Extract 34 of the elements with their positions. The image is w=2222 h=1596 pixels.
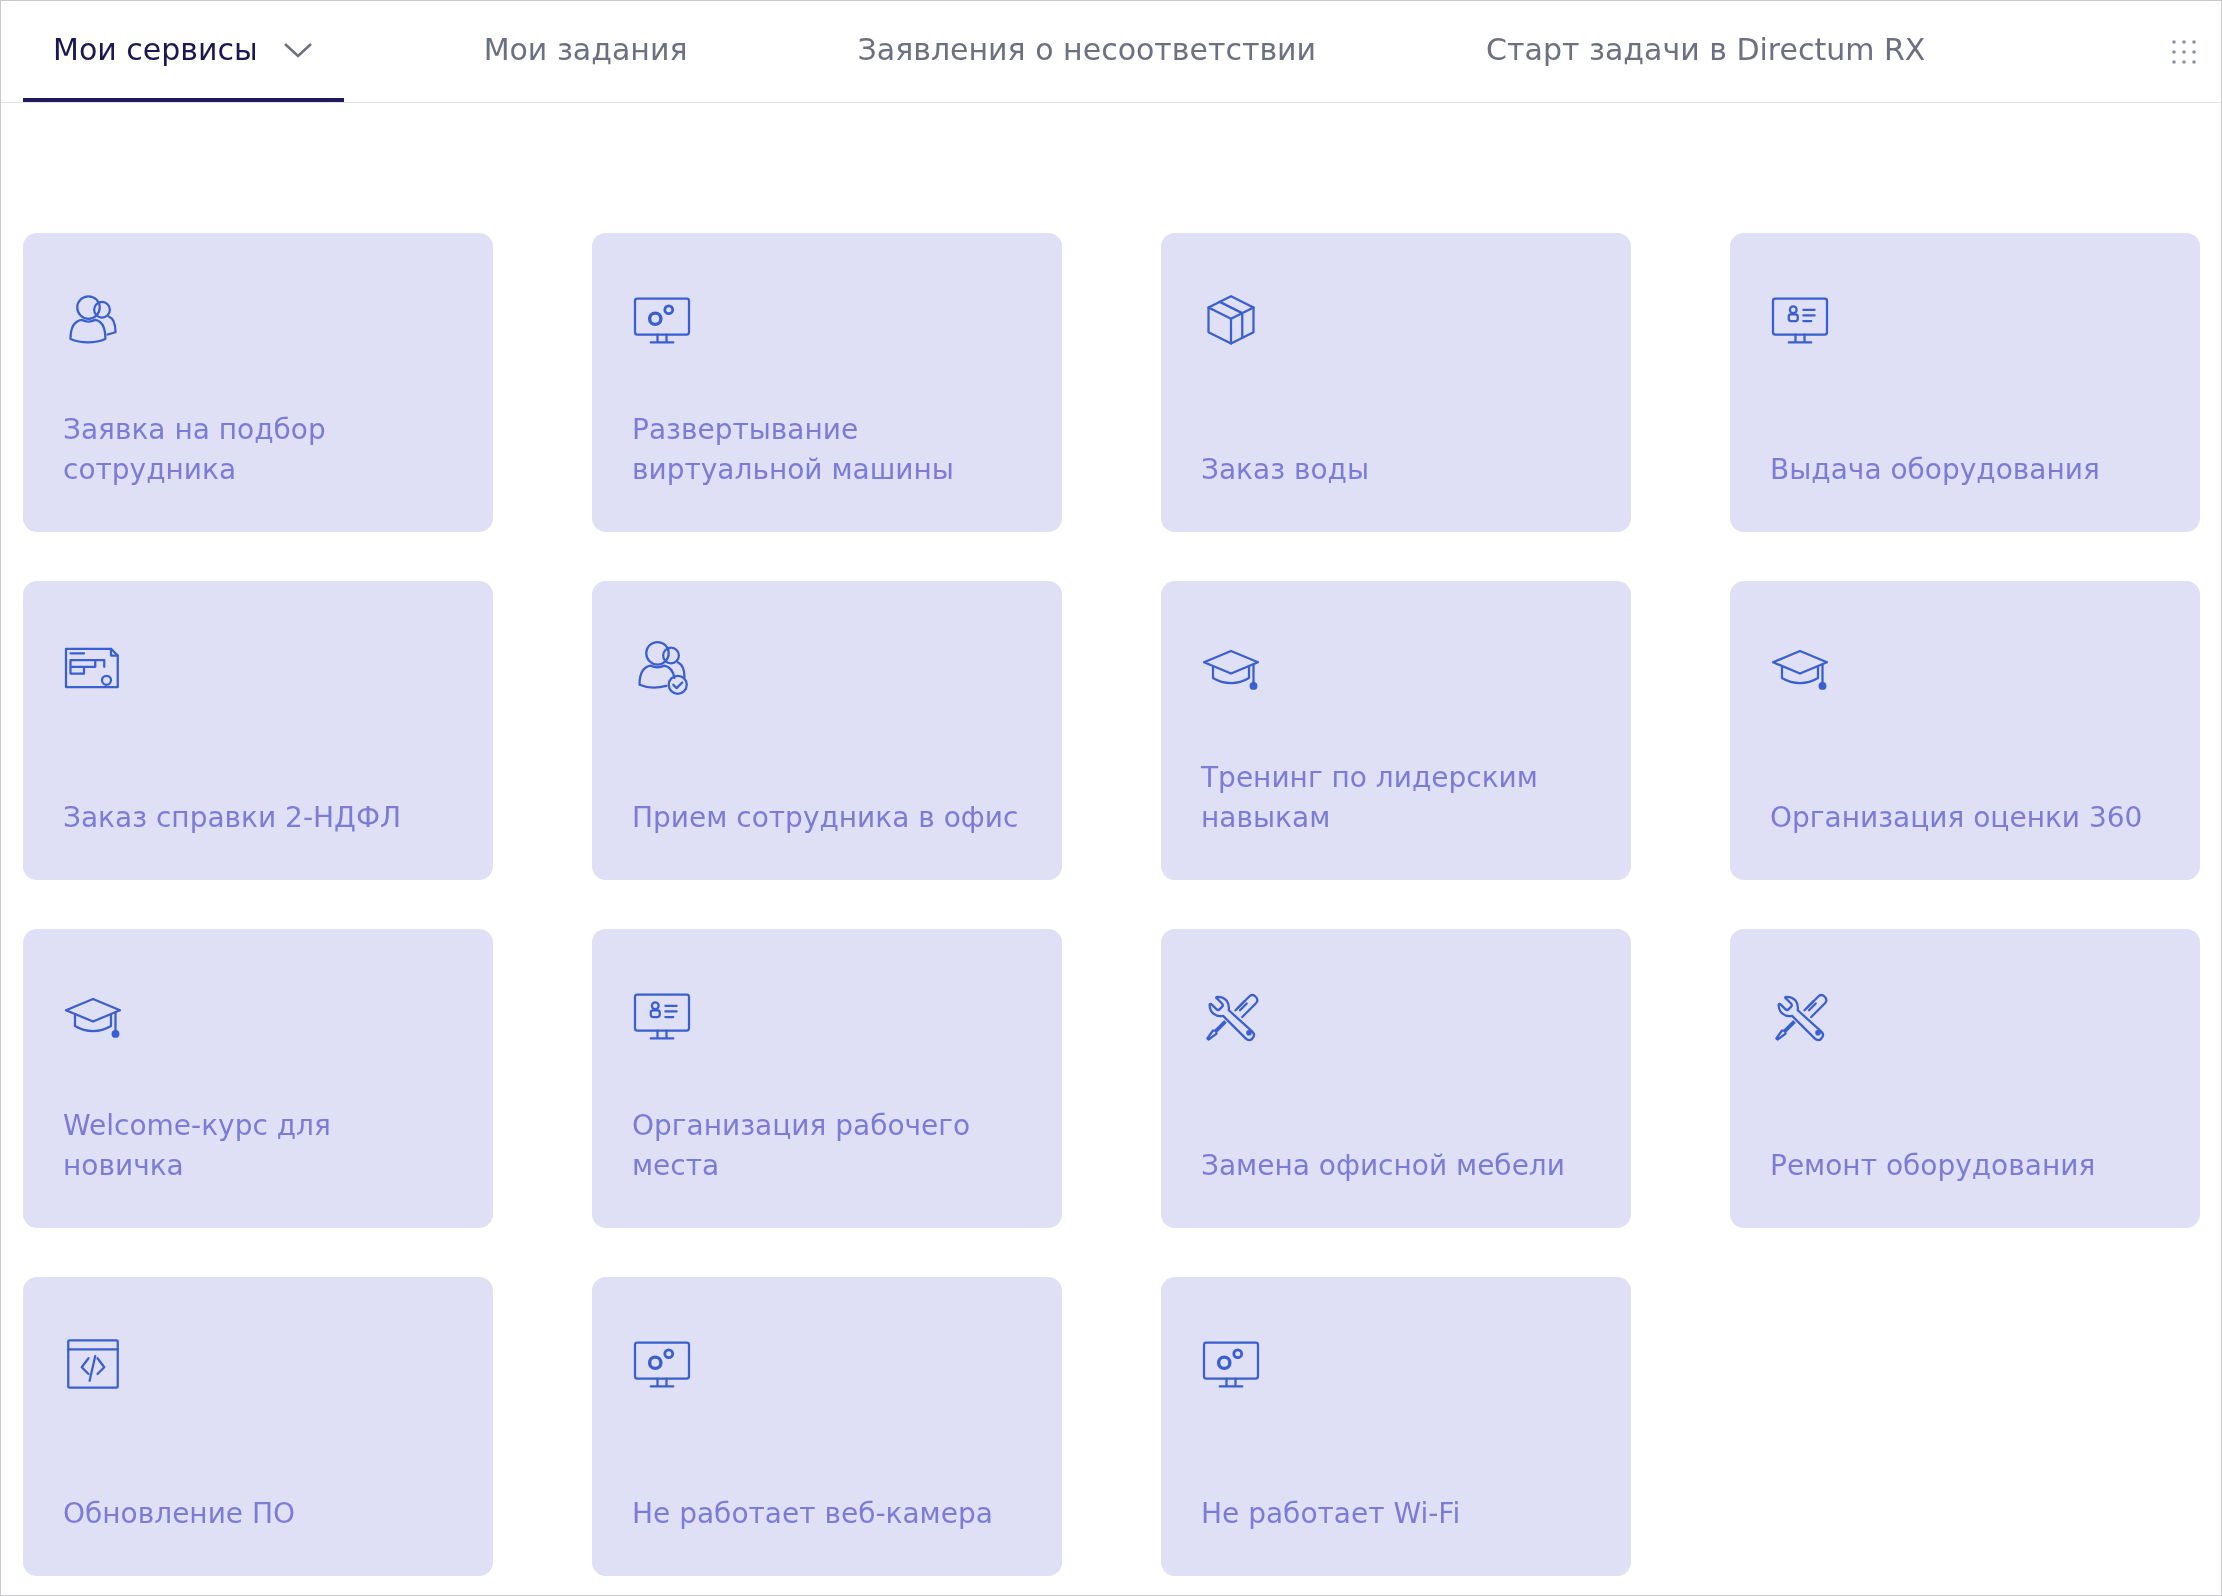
service-title: Замена офисной мебели — [1201, 1148, 1566, 1184]
service-title: Заказ справки 2-НДФЛ — [63, 800, 403, 836]
service-title: Не работает веб-камера — [632, 1496, 994, 1532]
service-card[interactable]: Выдача оборудования — [1730, 233, 2200, 532]
service-card[interactable]: Не работает веб-камера — [592, 1277, 1062, 1576]
service-card[interactable]: Обновление ПО — [23, 1277, 493, 1576]
service-card[interactable]: Организация оценки 360 — [1730, 581, 2200, 880]
service-card[interactable]: Прием сотрудника в офис — [592, 581, 1062, 880]
service-card[interactable]: Заявка на подбор сотрудника — [23, 233, 493, 532]
service-card[interactable]: Заказ справки 2-НДФЛ — [23, 581, 493, 880]
tab[interactable]: Старт задачи в Directum RX — [1456, 1, 1956, 102]
service-title: Развертывание виртуальной машины — [632, 412, 955, 488]
service-title: Заявка на подбор сотрудника — [63, 412, 327, 488]
service-card[interactable]: Welcome-курс для новичка — [23, 929, 493, 1228]
service-card[interactable]: Заказ воды — [1161, 233, 1631, 532]
service-card[interactable]: Ремонт оборудования — [1730, 929, 2200, 1228]
tab[interactable]: Мои сервисы — [23, 1, 344, 102]
service-card[interactable]: Организация рабочего места — [592, 929, 1062, 1228]
service-title: Welcome-курс для новичка — [63, 1108, 332, 1184]
service-card[interactable]: Тренинг по лидерским навыкам — [1161, 581, 1631, 880]
service-title: Выдача оборудования — [1770, 452, 2101, 488]
service-card[interactable]: Не работает Wi-Fi — [1161, 1277, 1631, 1576]
service-card[interactable]: Замена офисной мебели — [1161, 929, 1631, 1228]
tab[interactable]: Заявления о несоответствии — [827, 1, 1347, 102]
service-card[interactable]: Развертывание виртуальной машины — [592, 233, 1062, 532]
service-title: Организация оценки 360 — [1770, 800, 2144, 836]
service-title: Ремонт оборудования — [1770, 1148, 2097, 1184]
service-title: Прием сотрудника в офис — [632, 800, 1020, 836]
service-title: Организация рабочего места — [632, 1108, 972, 1184]
tab[interactable]: Мои задания — [453, 1, 718, 102]
service-title: Заказ воды — [1201, 452, 1371, 488]
service-title: Не работает Wi-Fi — [1201, 1496, 1462, 1532]
service-title: Обновление ПО — [63, 1496, 297, 1532]
service-title: Тренинг по лидерским навыкам — [1201, 760, 1539, 836]
